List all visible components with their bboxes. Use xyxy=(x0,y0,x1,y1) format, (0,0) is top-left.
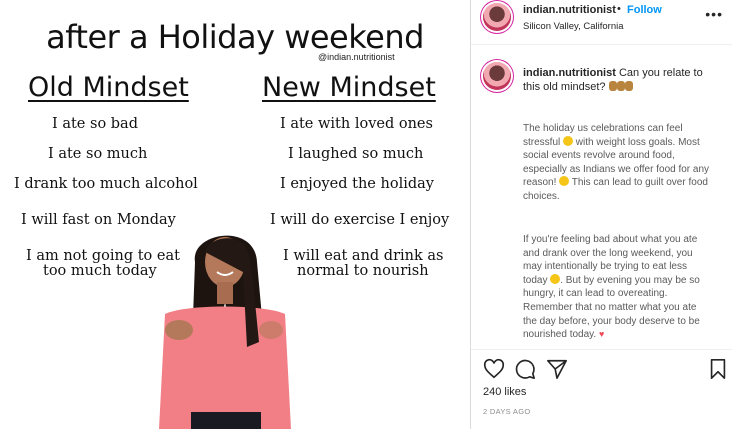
new-line-3: I enjoyed the holiday xyxy=(280,176,434,192)
new-mindset-heading: New Mindset xyxy=(262,72,436,103)
old-line-2: I ate so much xyxy=(48,146,148,162)
bookmark-icon[interactable] xyxy=(707,358,729,380)
more-options-icon[interactable]: ••• xyxy=(705,6,723,22)
new-line-4: I will do exercise I enjoy xyxy=(270,212,450,228)
person-photo xyxy=(159,235,291,429)
caption-paragraph-2: If you're feeling bad about what you ate… xyxy=(523,233,713,342)
caption-intro: indian.nutritionist Can you relate to th… xyxy=(523,66,713,94)
heart-emoji-icon: ♥ xyxy=(598,329,605,340)
caption-text: . But by evening you may be so hungry, i… xyxy=(523,274,700,341)
avatar[interactable] xyxy=(483,3,511,31)
caption-username[interactable]: indian.nutritionist xyxy=(523,67,616,79)
new-line-6: normal to nourish xyxy=(297,263,429,279)
caption-avatar[interactable] xyxy=(483,62,511,90)
old-line-4: I will fast on Monday xyxy=(21,212,176,228)
finger-emoji-icon xyxy=(608,81,617,91)
new-line-1: I ate with loved ones xyxy=(280,116,433,132)
old-line-1: I ate so bad xyxy=(52,116,138,132)
old-mindset-heading: Old Mindset xyxy=(28,72,189,103)
header-username[interactable]: indian.nutritionist xyxy=(523,4,616,16)
like-heart-icon[interactable] xyxy=(483,358,505,380)
share-send-icon[interactable] xyxy=(546,358,568,380)
caption-paragraph-1: The holiday us celebrations can feel str… xyxy=(523,122,713,204)
comment-icon[interactable] xyxy=(514,358,536,380)
finger-emoji-icon xyxy=(616,81,625,91)
new-line-2: I laughed so much xyxy=(288,146,424,162)
post-header: indian.nutritionist • Follow Silicon Val… xyxy=(471,0,732,45)
caption-area: indian.nutritionist Can you relate to th… xyxy=(471,44,732,349)
post-title: after a Holiday weekend xyxy=(46,18,424,56)
post-sidebar: indian.nutritionist • Follow Silicon Val… xyxy=(470,0,732,429)
post-actions: 240 likes 2 DAYS AGO xyxy=(471,349,732,430)
follow-button[interactable]: Follow xyxy=(627,4,662,16)
smile-emoji-icon xyxy=(559,176,570,187)
post-timestamp[interactable]: 2 DAYS AGO xyxy=(483,407,530,416)
post-handle: @indian.nutritionist xyxy=(318,52,395,62)
old-line-6: too much today xyxy=(43,263,157,279)
new-line-5: I will eat and drink as xyxy=(283,248,444,264)
old-line-3: I drank too much alcohol xyxy=(14,176,198,192)
separator-dot: • xyxy=(617,3,621,15)
likes-count[interactable]: 240 likes xyxy=(483,386,526,398)
finger-emoji-icon xyxy=(624,81,633,91)
location-link[interactable]: Silicon Valley, California xyxy=(523,21,624,32)
worried-emoji-icon xyxy=(563,135,574,146)
sad-emoji-icon xyxy=(550,273,561,284)
post-image[interactable]: after a Holiday weekend @indian.nutritio… xyxy=(0,0,470,429)
